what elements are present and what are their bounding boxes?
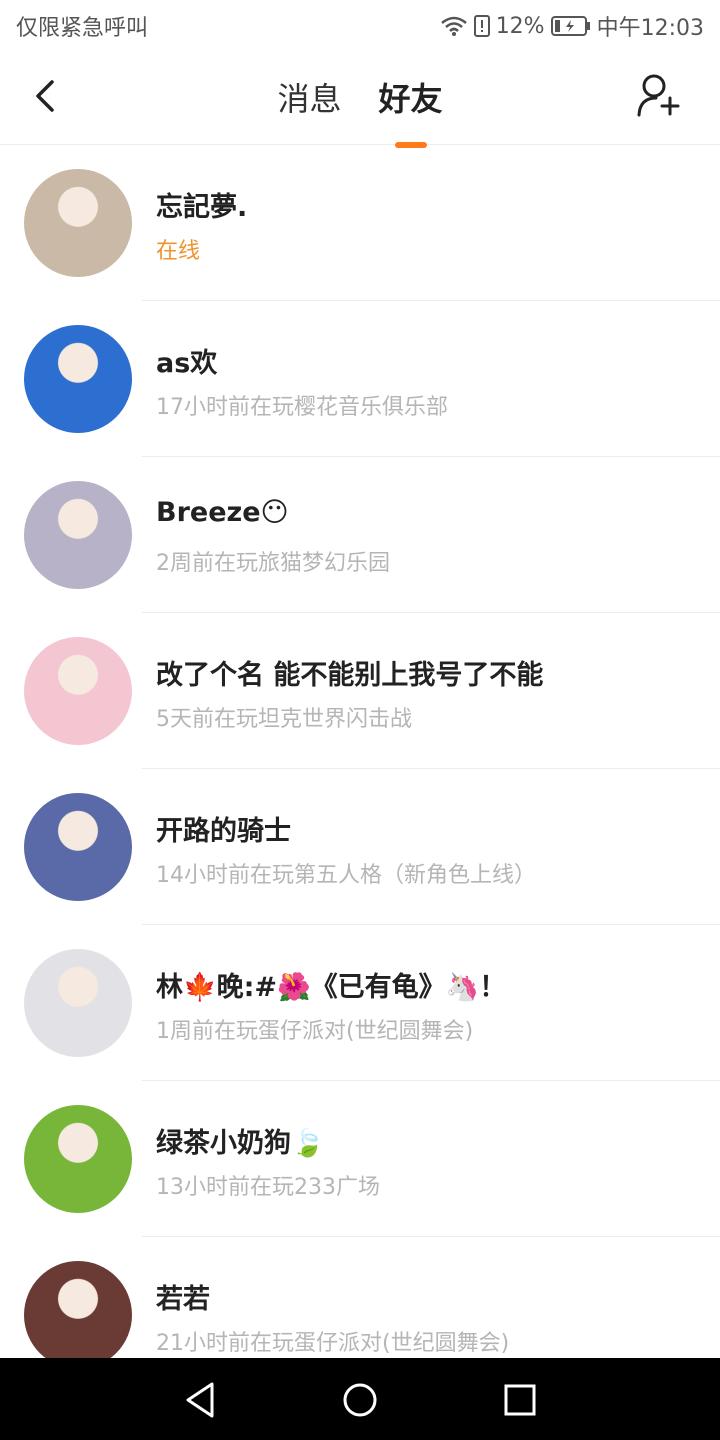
tab-friends[interactable]: 好友	[379, 74, 443, 148]
tab-bar: 消息 好友	[0, 74, 720, 148]
friend-status: 1周前在玩蛋仔派对(世纪圆舞会)	[156, 1019, 474, 1044]
friend-name: 改了个名 能不能别上我号了不能	[156, 660, 544, 691]
avatar[interactable]	[24, 793, 132, 901]
friend-row[interactable]: 绿茶小奶狗🍃 13小时前在玩233广场	[0, 1081, 720, 1237]
recents-square-icon[interactable]	[500, 1380, 540, 1420]
friend-row[interactable]: as欢 17小时前在玩樱花音乐俱乐部	[0, 301, 720, 457]
system-nav-bar	[0, 1358, 720, 1440]
status-icons: 12% 中午12:03	[440, 10, 704, 42]
avatar[interactable]	[24, 481, 132, 589]
friend-name: 若若	[156, 1284, 210, 1315]
avatar[interactable]	[24, 637, 132, 745]
status-bar: 仅限紧急呼叫 12% 中午12:03	[0, 0, 720, 50]
friend-name: Breeze😶	[156, 497, 289, 528]
friend-status: 21小时前在玩蛋仔派对(世纪圆舞会)	[156, 1331, 510, 1356]
home-circle-icon[interactable]	[340, 1380, 380, 1420]
avatar[interactable]	[24, 325, 132, 433]
friend-name: 绿茶小奶狗🍃	[156, 1128, 325, 1159]
avatar[interactable]	[24, 949, 132, 1057]
add-friend-icon[interactable]	[636, 72, 682, 118]
avatar[interactable]	[24, 1261, 132, 1369]
friend-row[interactable]: Breeze😶 2周前在玩旅猫梦幻乐园	[0, 457, 720, 613]
friend-name: as欢	[156, 348, 218, 379]
clock: 中午12:03	[596, 16, 704, 41]
friend-row[interactable]: 改了个名 能不能别上我号了不能 5天前在玩坦克世界闪击战	[0, 613, 720, 769]
friend-row[interactable]: 林🍁晚:#🌺《已有龟》🦄！ 1周前在玩蛋仔派对(世纪圆舞会)	[0, 925, 720, 1081]
battery-charging-icon	[550, 16, 590, 36]
friend-row[interactable]: 开路的骑士 14小时前在玩第五人格（新角色上线）	[0, 769, 720, 925]
carrier-text: 仅限紧急呼叫	[16, 16, 149, 41]
friend-name: 开路的骑士	[156, 816, 291, 847]
avatar[interactable]	[24, 1105, 132, 1213]
friend-list: 忘記夢. 在线 as欢 17小时前在玩樱花音乐俱乐部 Breeze😶 2周前在玩…	[0, 145, 720, 1393]
header-bar: 消息 好友	[0, 50, 720, 148]
back-triangle-icon[interactable]	[180, 1380, 220, 1420]
wifi-icon	[440, 16, 467, 36]
friend-status: 2周前在玩旅猫梦幻乐园	[156, 551, 390, 576]
friend-status: 在线	[156, 239, 201, 264]
friend-status: 17小时前在玩樱花音乐俱乐部	[156, 395, 448, 420]
friend-status: 13小时前在玩233广场	[156, 1175, 380, 1200]
friend-name: 忘記夢.	[156, 192, 248, 223]
tab-messages[interactable]: 消息	[277, 74, 341, 120]
avatar[interactable]	[24, 169, 132, 277]
sim-alert-icon	[473, 15, 490, 37]
battery-percent: 12%	[495, 13, 545, 39]
friend-name: 林🍁晚:#🌺《已有龟》🦄！	[156, 972, 507, 1003]
friend-row[interactable]: 忘記夢. 在线	[0, 145, 720, 301]
friend-status: 14小时前在玩第五人格（新角色上线）	[156, 863, 536, 888]
friend-status: 5天前在玩坦克世界闪击战	[156, 707, 412, 732]
